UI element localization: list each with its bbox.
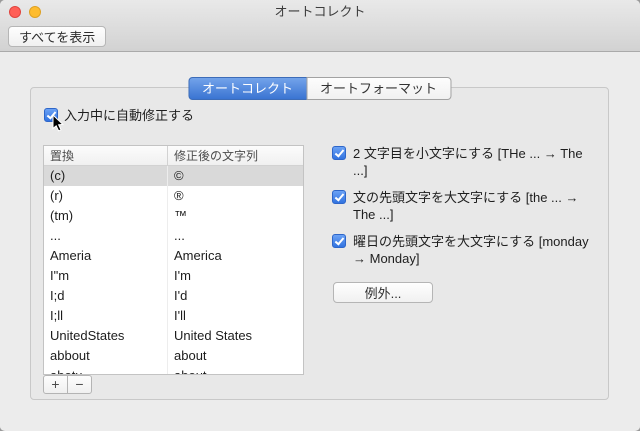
- column-header-with[interactable]: 修正後の文字列: [168, 146, 303, 165]
- options-column: 2 文字目を小文字にする [THe ... → The ...] 文の先頭文字を…: [332, 145, 604, 303]
- capitalize-weekday-label: 曜日の先頭文字を大文字にする [monday → Monday]: [353, 234, 589, 266]
- with-cell: about: [168, 366, 303, 374]
- window-title: オートコレクト: [274, 4, 366, 19]
- table-row[interactable]: I"m I'm: [44, 266, 303, 286]
- table-row[interactable]: UnitedStates United States: [44, 326, 303, 346]
- replace-cell: I;d: [44, 286, 168, 306]
- checkbox-checked-icon[interactable]: [332, 234, 346, 248]
- table-row[interactable]: (r) ®: [44, 186, 303, 206]
- show-all-button[interactable]: すべてを表示: [8, 26, 107, 47]
- replace-cell: Ameria: [44, 246, 168, 266]
- minimize-icon[interactable]: [29, 6, 41, 18]
- capitalize-sentence-label: 文の先頭文字を大文字にする [the ... → The ...]: [353, 190, 579, 222]
- table-row[interactable]: abbout about: [44, 346, 303, 366]
- with-cell: ™: [174, 208, 187, 223]
- replace-cell: UnitedStates: [44, 326, 168, 346]
- settings-panel: オートコレクト オートフォーマット 入力中に自動修正する 置換 修正後の文字列 …: [30, 77, 609, 400]
- table-header: 置換 修正後の文字列: [44, 146, 303, 166]
- tab-bar: オートコレクト オートフォーマット: [187, 77, 452, 100]
- with-cell: ©: [174, 168, 184, 183]
- autocorrect-while-typing-checkbox[interactable]: 入力中に自動修正する: [44, 105, 194, 124]
- traffic-lights: [9, 6, 41, 18]
- content-area: オートコレクト オートフォーマット 入力中に自動修正する 置換 修正後の文字列 …: [0, 52, 640, 430]
- tab-autocorrect[interactable]: オートコレクト: [187, 77, 307, 100]
- with-cell: I'd: [174, 288, 188, 303]
- table-row[interactable]: Ameria America: [44, 246, 303, 266]
- replace-cell: I;ll: [44, 306, 168, 326]
- with-cell: United States: [174, 328, 253, 343]
- checkbox-checked-icon[interactable]: [332, 190, 346, 204]
- table-row[interactable]: abotu about: [44, 366, 303, 374]
- titlebar[interactable]: オートコレクト: [0, 0, 640, 22]
- replace-cell: (r): [44, 186, 168, 206]
- capitalize-sentence-checkbox[interactable]: 文の先頭文字を大文字にする [the ... → The ...]: [332, 189, 604, 223]
- checkbox-checked-icon[interactable]: [332, 146, 346, 160]
- table-row[interactable]: I;ll I'll: [44, 306, 303, 326]
- with-cell: about: [174, 348, 207, 363]
- add-row-button[interactable]: +: [43, 375, 68, 394]
- replace-cell: abotu: [44, 366, 168, 374]
- replacement-table[interactable]: 置換 修正後の文字列 (c) © (r) ® (tm) ™ ... ... Am…: [43, 145, 304, 375]
- replace-cell: abbout: [44, 346, 168, 366]
- with-cell: I'm: [174, 268, 191, 283]
- with-cell: I'll: [174, 308, 186, 323]
- exceptions-button[interactable]: 例外...: [333, 282, 433, 303]
- replace-cell: (tm): [44, 206, 168, 226]
- table-row[interactable]: (c) ©: [44, 166, 303, 186]
- with-cell: ®: [174, 188, 184, 203]
- replace-cell: (c): [44, 166, 168, 186]
- add-remove-bar: + −: [43, 375, 92, 394]
- close-icon[interactable]: [9, 6, 21, 18]
- window-header: オートコレクト すべてを表示: [0, 0, 640, 52]
- lowercase-second-letter-label: 2 文字目を小文字にする [THe ... → The ...]: [353, 146, 583, 178]
- column-header-replace[interactable]: 置換: [44, 146, 168, 165]
- mouse-cursor-icon: [52, 114, 64, 132]
- with-cell: America: [174, 248, 222, 263]
- with-cell: ...: [174, 228, 185, 243]
- lowercase-second-letter-checkbox[interactable]: 2 文字目を小文字にする [THe ... → The ...]: [332, 145, 604, 179]
- autocorrect-while-typing-label: 入力中に自動修正する: [64, 108, 195, 123]
- replace-cell: I"m: [44, 266, 168, 286]
- autocorrect-window: オートコレクト すべてを表示 オートコレクト オートフォーマット 入力中に自動修…: [0, 0, 640, 431]
- remove-row-button[interactable]: −: [67, 375, 92, 394]
- replace-cell: ...: [44, 226, 168, 246]
- table-row[interactable]: (tm) ™: [44, 206, 303, 226]
- capitalize-weekday-checkbox[interactable]: 曜日の先頭文字を大文字にする [monday → Monday]: [332, 233, 604, 267]
- table-row[interactable]: ... ...: [44, 226, 303, 246]
- tab-autoformat[interactable]: オートフォーマット: [306, 77, 452, 100]
- table-row[interactable]: I;d I'd: [44, 286, 303, 306]
